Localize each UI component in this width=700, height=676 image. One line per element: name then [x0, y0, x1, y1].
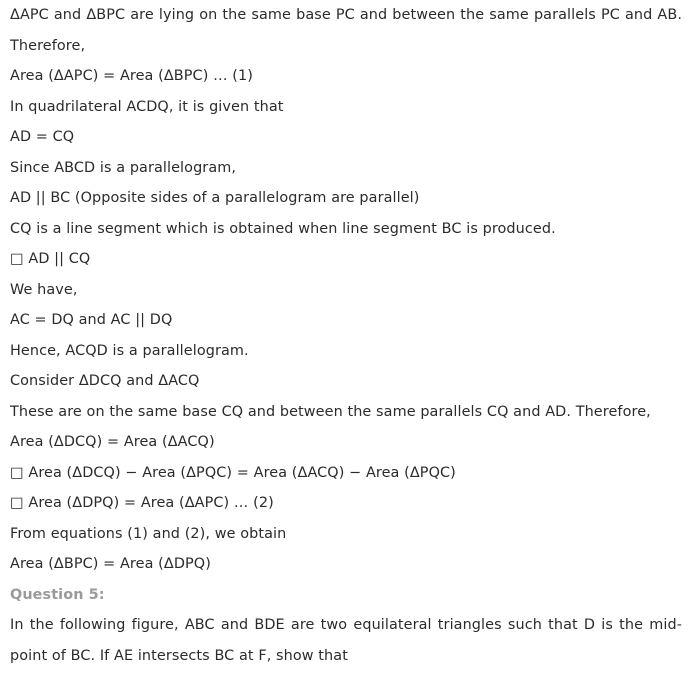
- line-area-subtraction-pqc: □ Area (ΔDCQ) − Area (ΔPQC) = Area (ΔACQ…: [10, 464, 456, 481]
- line-area-apc-equals-bpc: Area (ΔAPC) = Area (ΔBPC) … (1): [10, 68, 253, 84]
- question-5-heading: Question 5:: [10, 586, 105, 603]
- line-in-quadrilateral-acdq: In quadrilateral ACDQ, it is given that: [10, 98, 284, 115]
- line-therefore-ad-parallel-cq: □ AD || CQ: [10, 251, 91, 267]
- line-ad-equals-cq: AD = CQ: [10, 129, 75, 145]
- paragraph-same-base-pc: ΔAPC and ΔBPC are lying on the same base…: [10, 7, 682, 54]
- line-cq-line-segment: CQ is a line segment which is obtained w…: [10, 220, 556, 237]
- line-since-abcd-parallelogram: Since ABCD is a parallelogram,: [10, 159, 237, 176]
- paragraph-same-base-cq: These are on the same base CQ and betwee…: [10, 403, 651, 420]
- line-we-have: We have,: [10, 281, 78, 298]
- document-page: ΔAPC and ΔBPC are lying on the same base…: [0, 0, 700, 676]
- line-hence-acqd-parallelogram: Hence, ACQD is a parallelogram.: [10, 342, 249, 359]
- line-ac-equals-dq: AC = DQ and AC || DQ: [10, 312, 173, 328]
- line-ad-parallel-bc: AD || BC (Opposite sides of a parallelog…: [10, 190, 420, 206]
- line-area-dcq-equals-acq: Area (ΔDCQ) = Area (ΔACQ): [10, 434, 215, 450]
- line-consider-dcq-acq: Consider ΔDCQ and ΔACQ: [10, 373, 200, 389]
- paragraph-question-5-statement: In the following figure, ABC and BDE are…: [10, 617, 682, 664]
- line-area-bpc-equals-dpq: Area (ΔBPC) = Area (ΔDPQ): [10, 556, 211, 572]
- line-area-dpq-equals-apc: □ Area (ΔDPQ) = Area (ΔAPC) … (2): [10, 495, 274, 511]
- line-from-equations-1-and-2: From equations (1) and (2), we obtain: [10, 525, 287, 542]
